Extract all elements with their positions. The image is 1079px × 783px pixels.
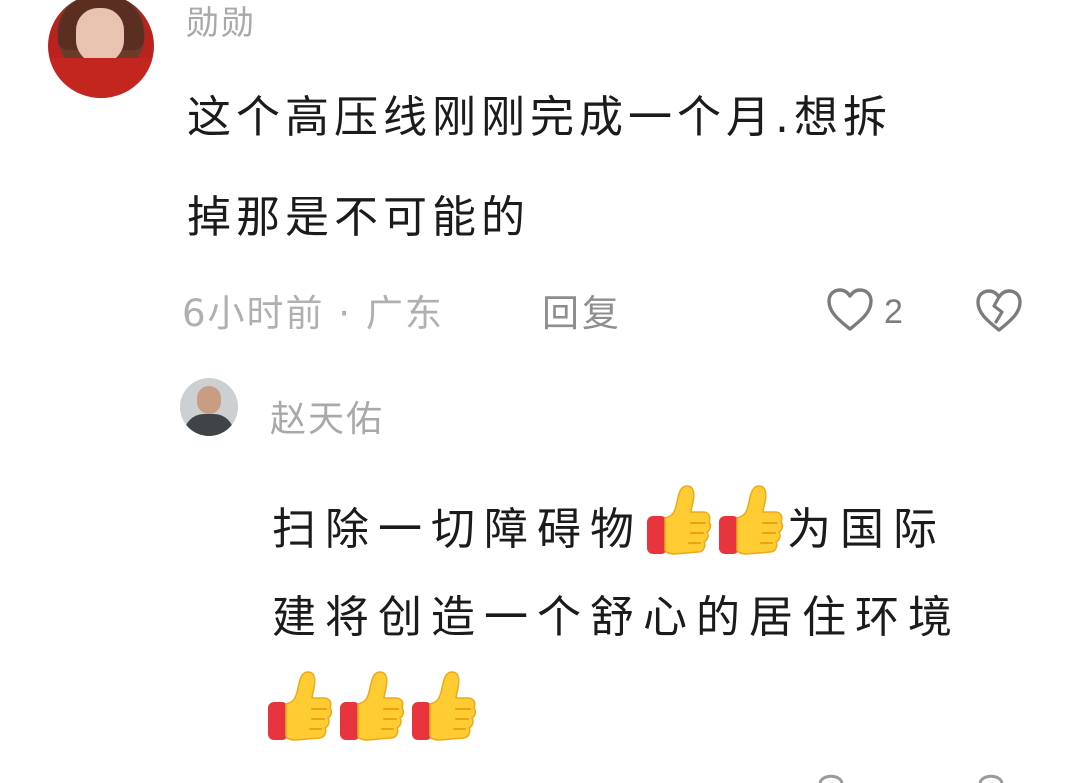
thumbs-up-emoji-icon [338,668,406,744]
thumbs-up-emoji-icon [266,668,334,744]
reply-user-avatar[interactable] [180,378,238,436]
reply-username[interactable]: 赵天佑 [270,396,384,444]
reply-text-segment: 扫除一切障碍物 [272,504,643,555]
reply-button[interactable]: 回复 [542,290,622,338]
reply-text-segment: 为国际 [787,504,946,555]
next-row-hint-icon [818,774,1004,783]
comment-text-line-1: 这个高压线刚刚完成一个月.想拆 [187,92,892,143]
reply-text-line-2: 建将创造一个舒心的居住环境 [272,592,961,643]
thumbs-up-emoji-icon [645,482,713,558]
thumbs-up-emoji-icon [410,668,478,744]
comment-username[interactable]: 勋勋 [186,0,256,46]
heart-outline-icon [826,287,874,337]
like-count: 2 [884,292,903,331]
comment-time-location: 6小时前 · 广东 [182,292,444,335]
reply-text-line-1: 扫除一切障碍物 为国际 [272,482,946,558]
emoji-row [266,668,482,748]
like-button[interactable]: 2 [826,284,903,340]
user-avatar[interactable] [48,0,154,98]
comment-text-line-2: 掉那是不可能的 [187,192,530,243]
dislike-button[interactable] [974,286,1024,336]
comment-thread: 勋勋 这个高压线刚刚完成一个月.想拆 掉那是不可能的 6小时前 · 广东 回复 … [0,0,1079,783]
thumbs-up-emoji-icon [717,482,785,558]
broken-heart-icon [974,289,1024,340]
